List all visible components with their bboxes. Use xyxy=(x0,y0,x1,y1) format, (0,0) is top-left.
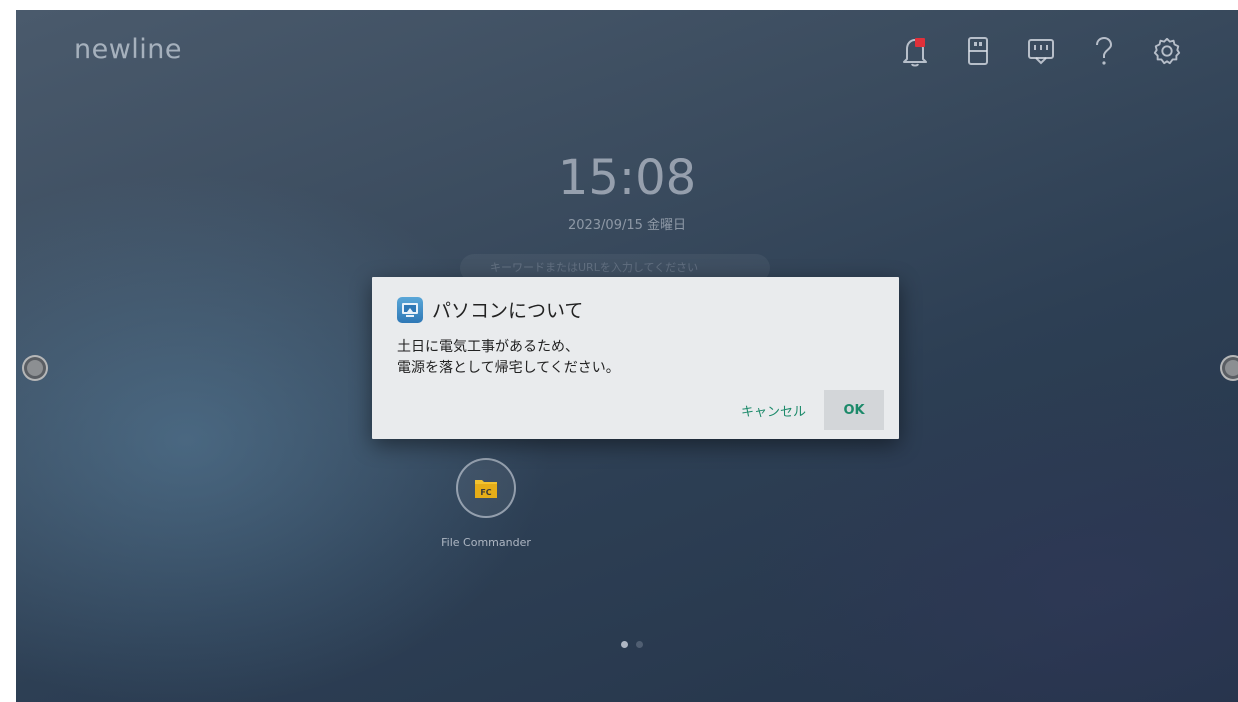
app-file-commander[interactable]: FC File Commander xyxy=(421,458,551,549)
clock-date: 2023/09/15 金曜日 xyxy=(567,218,687,233)
dialog-message-line: 土日に電気工事があるため、 xyxy=(397,339,579,355)
clock-time: 15:08 xyxy=(557,150,697,206)
top-toolbar xyxy=(900,34,1182,68)
usb-storage-icon[interactable] xyxy=(963,34,993,68)
message-dialog: パソコンについて 土日に電気工事があるため、 電源を落として帰宅してください。 … xyxy=(372,277,899,439)
app-label: File Commander xyxy=(441,536,531,549)
brand-logo: newline xyxy=(74,34,183,65)
svg-text:FC: FC xyxy=(480,488,491,497)
page-dot-active[interactable] xyxy=(621,641,628,648)
notification-bell-icon[interactable] xyxy=(900,34,930,68)
dialog-message: 土日に電気工事があるため、 電源を落として帰宅してください。 xyxy=(397,337,620,379)
desktop-screen: newline 15:08 2023/09/15 金曜日 キーワードまたはURL… xyxy=(16,10,1238,702)
network-icon[interactable] xyxy=(1026,34,1056,68)
search-placeholder: キーワードまたはURLを入力してください xyxy=(490,261,699,274)
page-dot[interactable] xyxy=(636,641,643,648)
dialog-header: パソコンについて xyxy=(397,296,583,323)
dialog-title: パソコンについて xyxy=(432,300,584,322)
right-edge-handle[interactable] xyxy=(1220,355,1238,381)
ok-button[interactable]: OK xyxy=(824,390,884,430)
cancel-button[interactable]: キャンセル xyxy=(731,390,816,430)
settings-icon[interactable] xyxy=(1152,34,1182,68)
notification-badge xyxy=(915,38,925,47)
dialog-message-line: 電源を落として帰宅してください。 xyxy=(397,360,620,376)
dialog-actions: キャンセル OK xyxy=(731,390,884,430)
left-edge-handle[interactable] xyxy=(22,355,48,381)
page-indicator xyxy=(621,641,643,648)
file-commander-icon[interactable]: FC xyxy=(456,458,516,518)
screen-share-app-icon xyxy=(397,296,423,323)
help-icon[interactable] xyxy=(1089,34,1119,68)
